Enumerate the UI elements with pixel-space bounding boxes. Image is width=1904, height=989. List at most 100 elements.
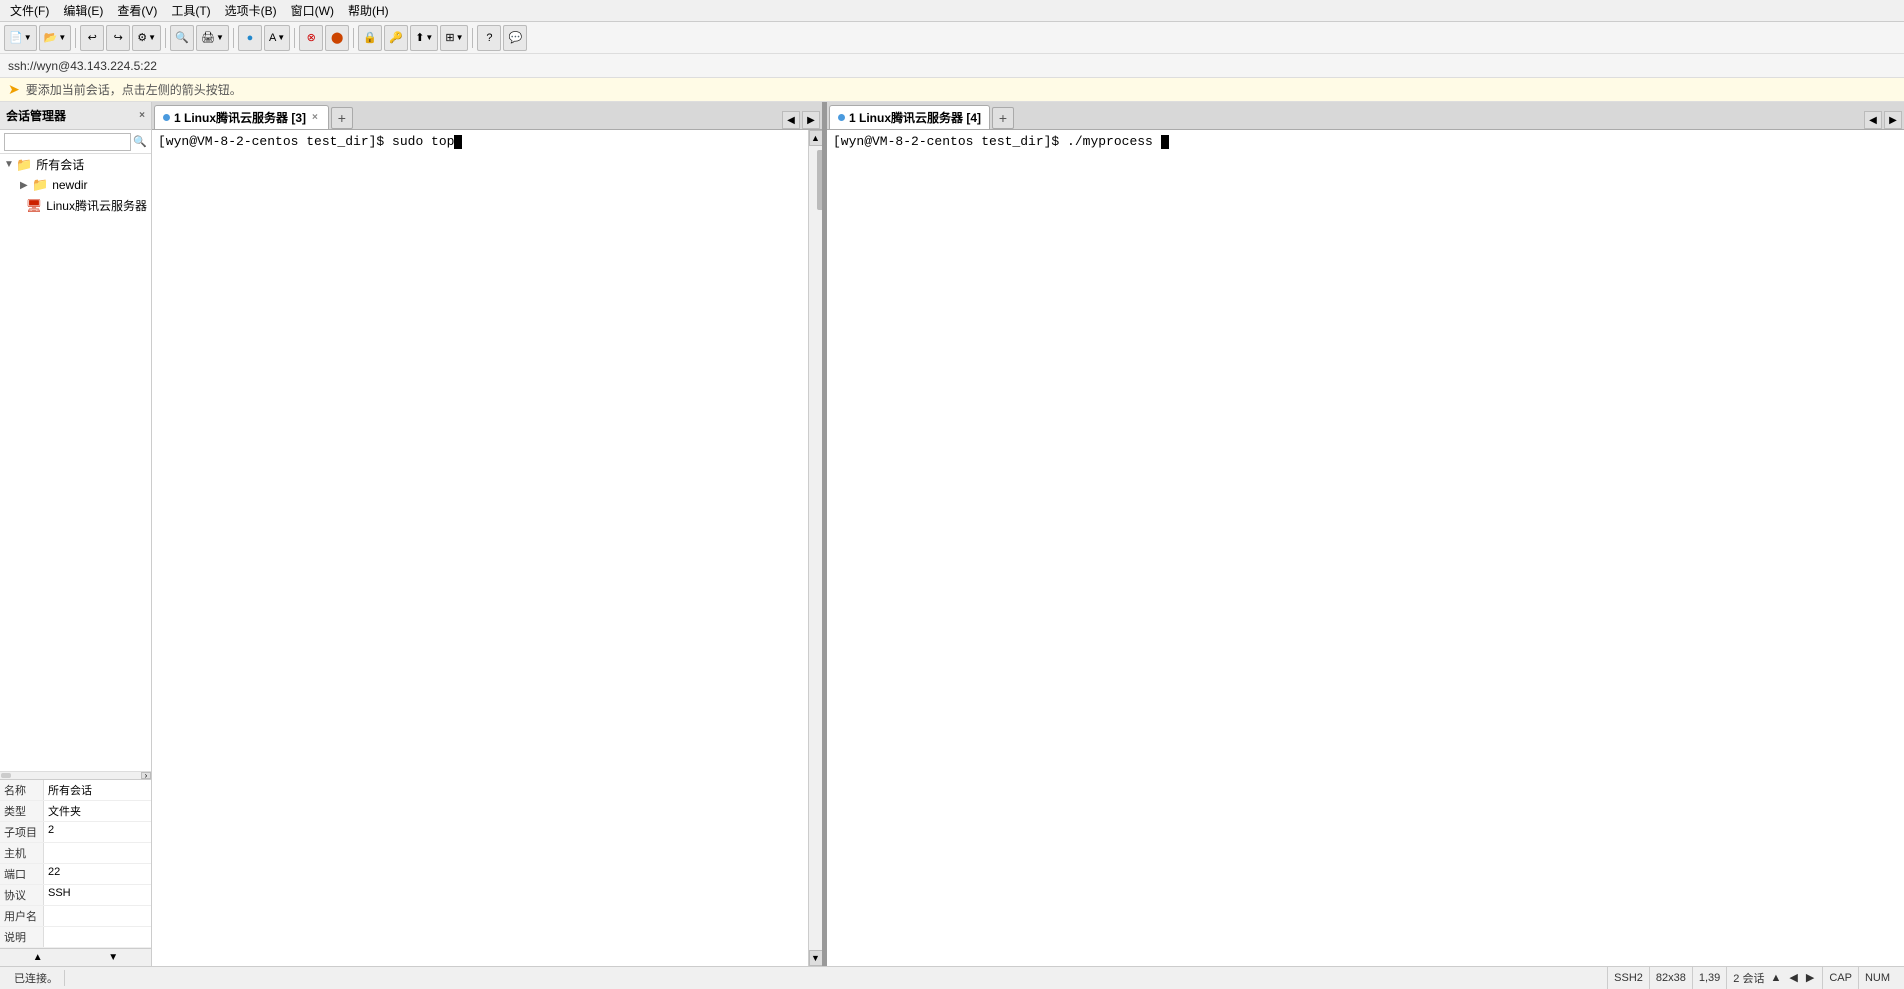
sidebar-hscrollbar[interactable]: › [0, 771, 151, 779]
sessions-up-arrow[interactable]: ▲ [1768, 972, 1783, 984]
status-right-group: SSH2 82x38 1,39 2 会话 ▲ ◀ ▶ CAP NUM [1607, 967, 1896, 989]
dropdown-arrow: ▼ [216, 33, 224, 42]
layout-button[interactable]: ⊞ ▼ [440, 25, 468, 51]
hscroll-right[interactable]: › [141, 772, 151, 779]
prop-key: 主机 [0, 843, 44, 863]
prop-row-name: 名称 所有会话 [0, 780, 151, 801]
status-sessions: 2 会话 ▲ ◀ ▶ [1726, 967, 1822, 989]
status-connected-text: 已连接。 [8, 970, 65, 986]
right-tab-active[interactable]: 1 Linux腾讯云服务器 [4] [829, 105, 990, 129]
expand-icon: ▶ [20, 180, 32, 191]
status-num: NUM [1858, 967, 1896, 989]
tree-item-all-sessions[interactable]: ▼ 📁 所有会话 [0, 154, 151, 175]
transfer-icon: ⬆ [415, 31, 424, 44]
statusbar: 已连接。 SSH2 82x38 1,39 2 会话 ▲ ◀ ▶ CAP NUM [0, 966, 1904, 988]
address-label: ssh://wyn@43.143.224.5:22 [8, 59, 157, 73]
find-icon: 🔍 [175, 31, 189, 44]
left-tab-next[interactable]: ▶ [802, 111, 820, 129]
right-tab-add-button[interactable]: + [992, 107, 1014, 129]
sessions-prev-arrow[interactable]: ◀ [1787, 971, 1799, 984]
menu-tabs[interactable]: 选项卡(B) [219, 0, 283, 21]
expand-icon: ▼ [4, 159, 16, 170]
prop-scroll-up[interactable]: ▲ [0, 949, 76, 966]
lock-icon: 🔒 [363, 31, 377, 44]
hintbar: ➤ 要添加当前会话，点击左侧的箭头按钮。 [0, 78, 1904, 102]
prop-scroll-controls: ▲ ▼ [0, 948, 151, 966]
transfer-button[interactable]: ⬆ ▼ [410, 25, 438, 51]
redo-button[interactable]: ↪ [106, 25, 130, 51]
record-button[interactable]: ⬤ [325, 25, 349, 51]
prop-key: 子项目 [0, 822, 44, 842]
tree-label: newdir [52, 178, 87, 192]
menu-help[interactable]: 帮助(H) [342, 0, 395, 21]
status-dimensions: 82x38 [1649, 967, 1692, 989]
separator-2 [165, 28, 166, 48]
find-button[interactable]: 🔍 [170, 25, 194, 51]
scroll-down-arrow[interactable]: ▼ [809, 950, 823, 966]
left-terminal-content[interactable]: [wyn@VM-8-2-centos test_dir]$ sudo top [152, 130, 808, 966]
left-tab-active[interactable]: 1 Linux腾讯云服务器 [3] × [154, 105, 329, 129]
tab-dot [838, 114, 845, 121]
prop-val: SSH [44, 885, 75, 905]
settings-button[interactable]: ⚙ ▼ [132, 25, 161, 51]
tab-label: 1 Linux腾讯云服务器 [4] [849, 109, 981, 126]
left-tab-prev[interactable]: ◀ [782, 111, 800, 129]
scroll-up-arrow[interactable]: ▲ [809, 130, 823, 146]
prop-scroll-down[interactable]: ▼ [76, 949, 152, 966]
addressbar: ssh://wyn@43.143.224.5:22 [0, 54, 1904, 78]
separator-6 [472, 28, 473, 48]
help-button[interactable]: ? [477, 25, 501, 51]
redo-icon: ↪ [114, 31, 123, 44]
left-tab-add-button[interactable]: + [331, 107, 353, 129]
menu-tools[interactable]: 工具(T) [165, 0, 216, 21]
prop-key: 名称 [0, 780, 44, 800]
lock-button[interactable]: 🔒 [358, 25, 382, 51]
undo-icon: ↩ [88, 31, 97, 44]
stop-button[interactable]: ⊗ [299, 25, 323, 51]
sidebar-close-button[interactable]: × [139, 110, 145, 121]
right-terminal-content[interactable]: [wyn@VM-8-2-centos test_dir]$ ./myproces… [827, 130, 1904, 966]
folder-icon: 📁 [32, 177, 48, 193]
search-icon[interactable]: 🔍 [133, 135, 147, 148]
tab-close-button[interactable]: × [310, 112, 320, 123]
hint-icon: ➤ [8, 81, 20, 98]
sidebar-header: 会话管理器 × [0, 102, 151, 130]
hscroll-thumb [1, 773, 11, 778]
folder-icon: 📁 [16, 157, 32, 173]
color-button[interactable]: ● [238, 25, 262, 51]
main-area: 会话管理器 × 🔍 ▼ 📁 所有会话 ▶ 📁 newdir 🖥 [0, 102, 1904, 966]
menu-file[interactable]: 文件(F) [4, 0, 55, 21]
chat-button[interactable]: 💬 [503, 25, 527, 51]
font-button[interactable]: A ▼ [264, 25, 290, 51]
menu-edit[interactable]: 编辑(E) [57, 0, 109, 21]
undo-button[interactable]: ↩ [80, 25, 104, 51]
sidebar-search-input[interactable] [4, 133, 131, 151]
sessions-next-arrow[interactable]: ▶ [1804, 971, 1816, 984]
left-tab-nav: ◀ ▶ [782, 111, 820, 129]
prop-val: 2 [44, 822, 58, 842]
prop-val: 文件夹 [44, 801, 85, 821]
right-tab-prev[interactable]: ◀ [1864, 111, 1882, 129]
tree-item-newdir[interactable]: ▶ 📁 newdir [0, 175, 151, 195]
tab-label: 1 Linux腾讯云服务器 [3] [174, 109, 306, 126]
menu-window[interactable]: 窗口(W) [285, 0, 340, 21]
prop-val [44, 843, 52, 863]
hint-text: 要添加当前会话，点击左侧的箭头按钮。 [26, 81, 242, 98]
left-command-line: [wyn@VM-8-2-centos test_dir]$ sudo top [158, 134, 454, 149]
sidebar-tree: ▼ 📁 所有会话 ▶ 📁 newdir 🖥 Linux腾讯云服务器 [0, 154, 151, 771]
right-tab-next[interactable]: ▶ [1884, 111, 1902, 129]
prop-val: 22 [44, 864, 64, 884]
separator-3 [233, 28, 234, 48]
left-tabbar: 1 Linux腾讯云服务器 [3] × + ◀ ▶ [152, 102, 822, 130]
prop-key: 协议 [0, 885, 44, 905]
menu-view[interactable]: 查看(V) [111, 0, 163, 21]
status-cursor-pos: 1,39 [1692, 967, 1726, 989]
record-icon: ⬤ [331, 31, 343, 44]
key-button[interactable]: 🔑 [384, 25, 408, 51]
left-scrollbar: ▲ ▼ [808, 130, 822, 966]
prop-row-desc: 说明 [0, 927, 151, 948]
tree-item-linux-server[interactable]: 🖥 Linux腾讯云服务器 [0, 195, 151, 216]
print-button[interactable]: 🖨 ▼ [196, 25, 229, 51]
new-session-button[interactable]: 📄 ▼ [4, 25, 37, 51]
open-button[interactable]: 📂 ▼ [39, 25, 72, 51]
